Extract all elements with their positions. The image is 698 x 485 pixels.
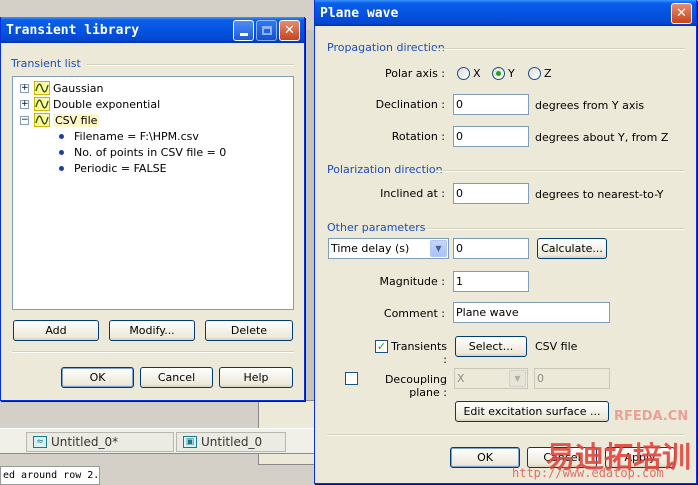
waveform-icon: ≈ bbox=[33, 436, 47, 448]
time-delay-input[interactable]: 0 bbox=[453, 238, 529, 259]
collapse-icon[interactable]: − bbox=[20, 115, 29, 125]
declination-unit: degrees from Y axis bbox=[535, 99, 645, 112]
plane-wave-titlebar[interactable]: Plane wave ✕ bbox=[315, 0, 696, 26]
polar-axis-x-radio[interactable]: X bbox=[457, 67, 481, 80]
polarization-heading: Polarization direction bbox=[327, 163, 443, 176]
modify-button[interactable]: Modify... bbox=[109, 320, 195, 341]
polar-axis-label: Polar axis : bbox=[384, 67, 445, 80]
bullet-icon bbox=[59, 149, 64, 155]
window-title: Transient library bbox=[6, 22, 140, 38]
chevron-down-icon: ▼ bbox=[509, 370, 526, 387]
minimize-button[interactable] bbox=[233, 20, 254, 41]
divider bbox=[86, 64, 294, 66]
document-tab-untitled-modified[interactable]: ≈ Untitled_0* bbox=[26, 432, 174, 452]
radio-icon bbox=[457, 67, 470, 80]
add-button[interactable]: Add bbox=[13, 320, 99, 341]
divider bbox=[435, 170, 685, 172]
inclined-unit: degrees to nearest-to-Y bbox=[535, 188, 664, 201]
delete-button[interactable]: Delete bbox=[205, 320, 293, 341]
time-mode-select[interactable]: Time delay (s) ▼ bbox=[328, 238, 449, 259]
edit-excitation-surface-button[interactable]: Edit excitation surface ... bbox=[455, 401, 609, 422]
document-tab-bar: ≈ Untitled_0* ▣ Untitled_0 bbox=[0, 428, 320, 454]
transients-label: Transients : bbox=[391, 340, 447, 366]
checkmark-icon: ✓ bbox=[376, 340, 387, 353]
polar-axis-z-radio[interactable]: Z bbox=[528, 67, 552, 80]
transient-list-label: Transient list bbox=[11, 57, 81, 70]
select-button[interactable]: Select... bbox=[455, 336, 527, 357]
maximize-icon bbox=[261, 26, 272, 35]
tree-detail-points[interactable]: No. of points in CSV file = 0 bbox=[59, 144, 226, 160]
waveform-icon bbox=[34, 97, 50, 111]
rotation-unit: degrees about Y, from Z bbox=[535, 131, 669, 144]
document-tab-untitled[interactable]: ▣ Untitled_0 bbox=[176, 432, 286, 452]
comment-input[interactable]: Plane wave bbox=[453, 302, 610, 323]
rotation-label: Rotation : bbox=[391, 130, 445, 143]
help-button[interactable]: Help bbox=[219, 367, 293, 388]
calculate-button[interactable]: Calculate... bbox=[537, 238, 607, 259]
tree-detail-periodic[interactable]: Periodic = FALSE bbox=[59, 160, 167, 176]
radio-selected-icon bbox=[492, 67, 505, 80]
inclined-input[interactable]: 0 bbox=[453, 183, 529, 204]
close-button[interactable]: ✕ bbox=[279, 20, 300, 41]
comment-label: Comment : bbox=[383, 307, 445, 320]
tree-item-double-exponential[interactable]: + Double exponential bbox=[20, 96, 160, 112]
device-icon: ▣ bbox=[183, 436, 197, 448]
expand-icon[interactable]: + bbox=[20, 83, 29, 93]
decoupling-axis-select[interactable]: X ▼ bbox=[454, 368, 528, 389]
cancel-button[interactable]: Cancel bbox=[140, 367, 213, 388]
tree-item-csv-file[interactable]: − CSV file bbox=[20, 112, 100, 128]
minimize-icon bbox=[239, 33, 248, 36]
tree-detail-filename[interactable]: Filename = F:\HPM.csv bbox=[59, 128, 199, 144]
magnitude-input[interactable]: 1 bbox=[453, 271, 529, 292]
other-parameters-heading: Other parameters bbox=[327, 221, 426, 234]
watermark-brand: RFEDA.CN bbox=[614, 409, 689, 424]
ok-button[interactable]: OK bbox=[450, 447, 520, 468]
maximize-button[interactable] bbox=[256, 20, 277, 41]
transients-checkbox[interactable]: ✓ bbox=[375, 340, 388, 353]
close-icon: ✕ bbox=[284, 23, 295, 38]
close-icon: ✕ bbox=[676, 6, 687, 21]
declination-input[interactable]: 0 bbox=[453, 94, 529, 115]
expand-icon[interactable]: + bbox=[20, 99, 29, 109]
radio-icon bbox=[528, 67, 541, 80]
transient-library-window: Transient library ✕ Transient list + Gau… bbox=[0, 17, 305, 401]
divider bbox=[425, 228, 685, 230]
bullet-icon bbox=[59, 133, 64, 139]
bullet-icon bbox=[59, 165, 64, 171]
divider bbox=[435, 48, 685, 50]
rotation-input[interactable]: 0 bbox=[453, 126, 529, 147]
decoupling-checkbox[interactable] bbox=[345, 372, 358, 385]
chevron-down-icon: ▼ bbox=[430, 240, 447, 257]
decoupling-value-input[interactable]: 0 bbox=[534, 368, 610, 389]
inclined-label: Inclined at : bbox=[380, 187, 445, 200]
declination-label: Declination : bbox=[375, 98, 445, 111]
watermark-url: http://www.edatop.com bbox=[512, 466, 664, 480]
window-title: Plane wave bbox=[320, 5, 399, 21]
waveform-icon bbox=[34, 113, 50, 127]
close-button[interactable]: ✕ bbox=[671, 3, 692, 24]
tree-item-gaussian[interactable]: + Gaussian bbox=[20, 80, 103, 96]
polar-axis-y-radio[interactable]: Y bbox=[492, 67, 515, 80]
magnitude-label: Magnitude : bbox=[379, 275, 445, 288]
status-line: ed around row 2. bbox=[0, 466, 100, 485]
transients-value: CSV file bbox=[535, 340, 578, 353]
transient-library-titlebar[interactable]: Transient library ✕ bbox=[1, 17, 304, 43]
transient-tree[interactable]: + Gaussian + Double exponential − CSV fi… bbox=[12, 76, 294, 310]
decoupling-label: Decoupling plane : bbox=[384, 373, 447, 399]
ok-button[interactable]: OK bbox=[61, 367, 134, 388]
propagation-heading: Propagation direction bbox=[327, 41, 445, 54]
divider bbox=[12, 351, 294, 353]
waveform-icon bbox=[34, 81, 50, 95]
